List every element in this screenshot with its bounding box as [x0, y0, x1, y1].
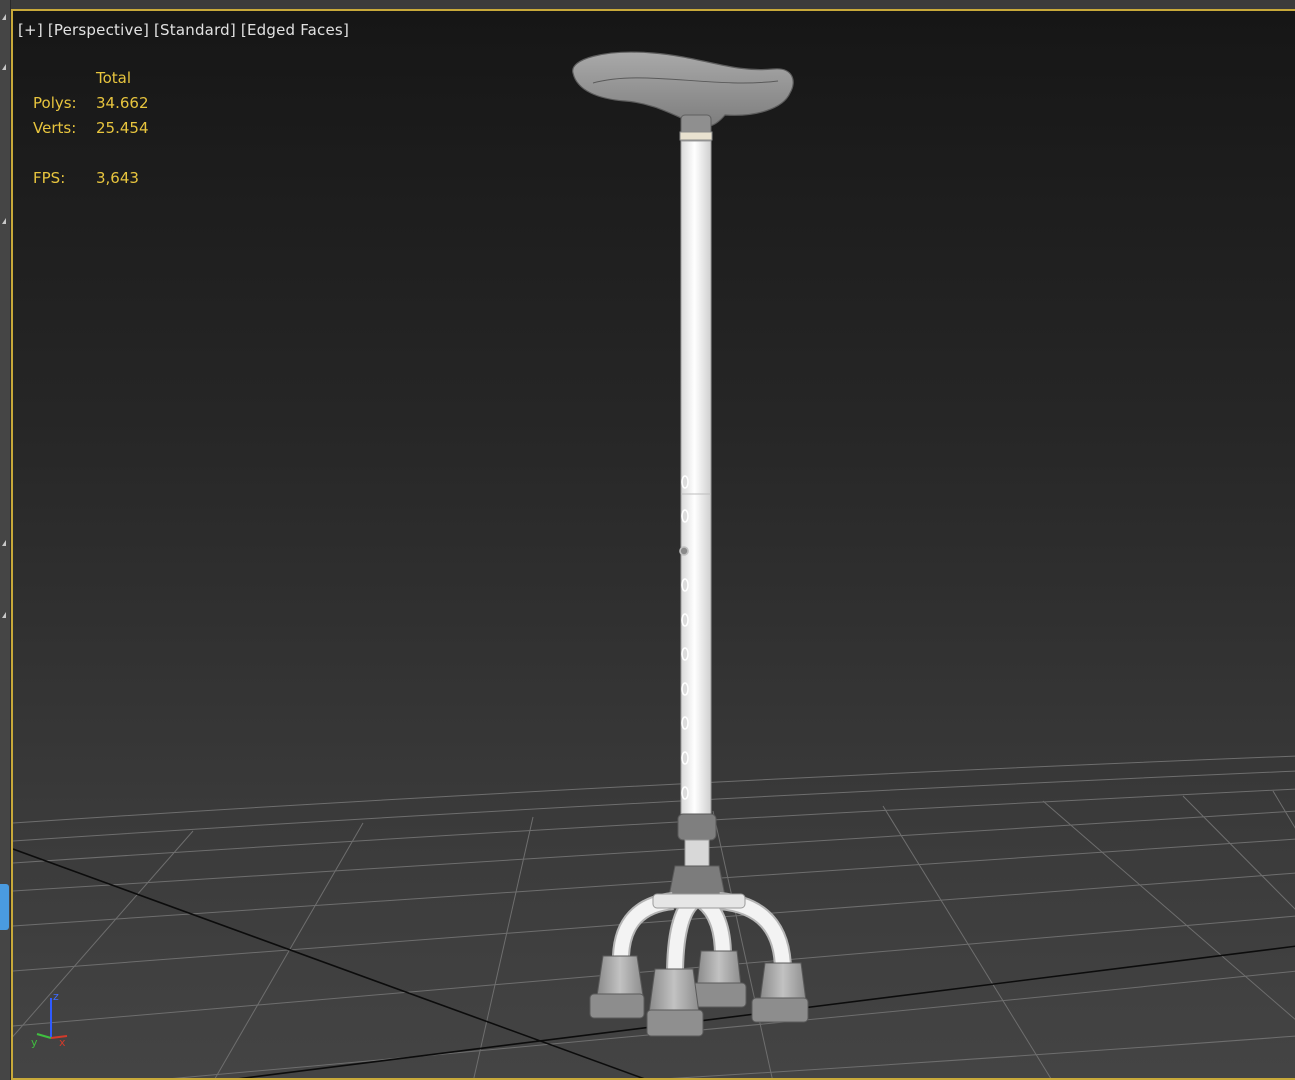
perspective-viewport[interactable]: [+] [Perspective] [Standard] [Edged Face… [11, 9, 1295, 1080]
stats-polys-value: 34.662 [96, 94, 149, 112]
viewport-scene[interactable] [13, 11, 1295, 1080]
viewport-display-menu[interactable]: [Edged Faces] [241, 21, 349, 39]
viewport-general-menu[interactable]: [+] [18, 21, 43, 39]
left-toolbar-strip [0, 0, 11, 1080]
stats-header: Total [96, 69, 132, 87]
collapse-arrow-icon[interactable] [2, 64, 6, 70]
viewport-point-of-view-menu[interactable]: [Perspective] [48, 21, 149, 39]
cane-model[interactable] [572, 51, 809, 1037]
viewport-shading-menu[interactable]: [Standard] [154, 21, 236, 39]
stats-verts-label: Verts: [33, 119, 77, 137]
axis-gizmo-icon: z x y [31, 990, 68, 1049]
x-axis-label: x [59, 1036, 66, 1049]
world-axis-lines [13, 848, 1295, 1078]
stats-fps-label: FPS: [33, 169, 66, 187]
viewport-label-menu[interactable]: [+] [Perspective] [Standard] [Edged Face… [18, 21, 349, 39]
stats-polys-label: Polys: [33, 94, 77, 112]
y-axis-label: y [31, 1036, 38, 1049]
stats-verts-value: 25.454 [96, 119, 149, 137]
y-axis-line [36, 1033, 52, 1039]
stats-fps-value: 3,643 [96, 169, 139, 187]
app-window: [+] [Perspective] [Standard] [Edged Face… [0, 0, 1295, 1080]
collapse-arrow-icon[interactable] [2, 612, 6, 618]
side-panel-tab[interactable] [0, 884, 9, 930]
collapse-arrow-icon[interactable] [2, 540, 6, 546]
collapse-arrow-icon[interactable] [2, 218, 6, 224]
collapse-arrow-icon[interactable] [2, 14, 6, 20]
z-axis-label: z [53, 990, 59, 1003]
